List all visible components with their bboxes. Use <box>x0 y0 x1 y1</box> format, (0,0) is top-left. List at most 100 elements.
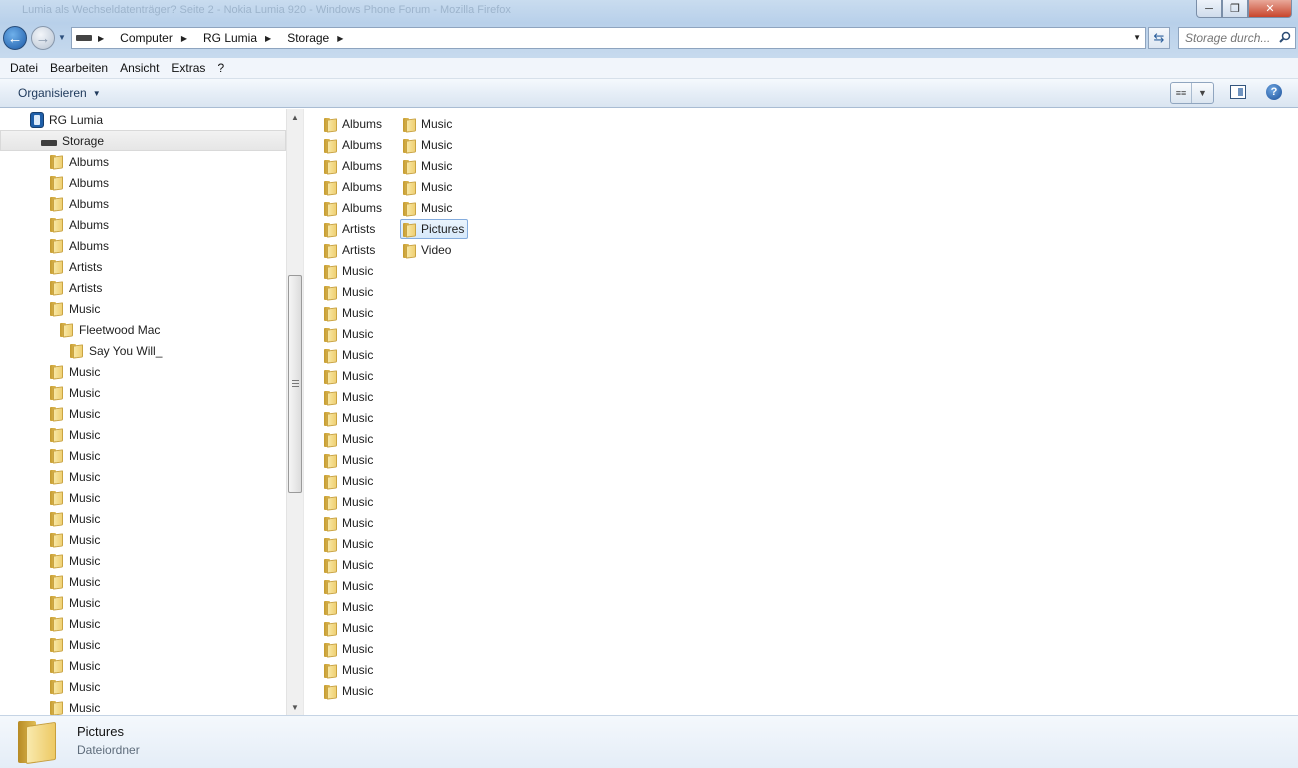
folder-item[interactable]: Music <box>321 261 377 281</box>
folder-item[interactable]: Music <box>321 408 377 428</box>
folder-item[interactable]: Music <box>321 597 377 617</box>
tree-item[interactable]: Albums <box>0 151 286 172</box>
menu-file[interactable]: Datei <box>4 61 44 75</box>
tree-item[interactable]: Music <box>0 613 286 634</box>
folder-item[interactable]: Music <box>400 156 456 176</box>
search-box[interactable] <box>1178 27 1296 49</box>
folder-item[interactable]: Music <box>400 135 456 155</box>
address-bar[interactable]: ▶ Computer ▶ RG Lumia ▶ Storage ▶ ▼ <box>71 27 1146 49</box>
folder-item[interactable]: Music <box>321 555 377 575</box>
breadcrumb-computer[interactable]: Computer <box>120 31 173 45</box>
menu-view[interactable]: Ansicht <box>114 61 165 75</box>
tree-item[interactable]: RG Lumia <box>0 109 286 130</box>
folder-item[interactable]: Music <box>321 471 377 491</box>
recent-pages-dropdown[interactable]: ▼ <box>58 33 68 43</box>
folder-item[interactable]: Video <box>400 240 455 260</box>
tree-item[interactable]: Albums <box>0 235 286 256</box>
folder-item[interactable]: Albums <box>321 156 386 176</box>
tree-item[interactable]: Music <box>0 697 286 715</box>
tree-item[interactable]: Fleetwood Mac <box>0 319 286 340</box>
folder-item[interactable]: Albums <box>321 135 386 155</box>
folder-item[interactable]: Albums <box>321 114 386 134</box>
maximize-button[interactable]: ❐ <box>1222 0 1248 18</box>
menu-help[interactable]: ? <box>211 61 230 75</box>
scroll-up-arrow-icon[interactable]: ▲ <box>287 109 303 125</box>
view-list-icon[interactable]: ≡≡ <box>1171 83 1192 103</box>
forward-button[interactable]: → <box>31 26 55 50</box>
folder-item[interactable]: Music <box>321 303 377 323</box>
tree-item[interactable]: Storage <box>0 130 286 151</box>
folder-item[interactable]: Music <box>321 387 377 407</box>
folder-item[interactable]: Music <box>321 450 377 470</box>
breadcrumb-separator[interactable]: ▶ <box>265 34 279 43</box>
address-history-dropdown[interactable]: ▼ <box>1133 33 1141 42</box>
breadcrumb-root-chevron[interactable]: ▶ <box>98 34 112 43</box>
scroll-down-arrow-icon[interactable]: ▼ <box>287 699 303 715</box>
change-view-button[interactable]: ≡≡ ▼ <box>1170 82 1214 104</box>
folder-item[interactable]: Music <box>400 198 456 218</box>
folder-item[interactable]: Music <box>321 366 377 386</box>
tree-item[interactable]: Music <box>0 424 286 445</box>
folder-item[interactable]: Music <box>321 618 377 638</box>
search-icon[interactable] <box>1279 31 1291 43</box>
tree-item[interactable]: Music <box>0 571 286 592</box>
menu-edit[interactable]: Bearbeiten <box>44 61 114 75</box>
folder-item[interactable]: Music <box>321 534 377 554</box>
tree-item[interactable]: Music <box>0 298 286 319</box>
tree-item[interactable]: Artists <box>0 277 286 298</box>
view-options-dropdown[interactable]: ▼ <box>1192 83 1213 103</box>
folder-item[interactable]: Artists <box>321 240 379 260</box>
tree-item[interactable]: Music <box>0 676 286 697</box>
tree-item[interactable]: Albums <box>0 193 286 214</box>
folder-item[interactable]: Music <box>321 492 377 512</box>
preview-pane-icon[interactable] <box>1230 85 1246 99</box>
folder-item[interactable]: Music <box>321 324 377 344</box>
folder-item[interactable]: Music <box>321 282 377 302</box>
scrollbar-thumb[interactable] <box>288 275 302 493</box>
close-button[interactable]: ✕ <box>1248 0 1292 18</box>
tree-item[interactable]: Say You Will_ <box>0 340 286 361</box>
back-button[interactable]: ← <box>3 26 27 50</box>
folder-icon <box>50 364 64 380</box>
folder-item[interactable]: Music <box>321 345 377 365</box>
folder-item[interactable]: Music <box>321 513 377 533</box>
folder-item[interactable]: Albums <box>321 198 386 218</box>
tree-item[interactable]: Music <box>0 508 286 529</box>
organize-button[interactable]: Organisieren ▼ <box>18 86 101 100</box>
minimize-button[interactable]: ─ <box>1196 0 1222 18</box>
help-icon[interactable]: ? <box>1266 84 1282 100</box>
folder-item[interactable]: Music <box>321 639 377 659</box>
folder-item[interactable]: Pictures <box>400 219 469 239</box>
tree-item[interactable]: Albums <box>0 172 286 193</box>
tree-item[interactable]: Music <box>0 634 286 655</box>
breadcrumb-separator[interactable]: ▶ <box>337 34 351 43</box>
tree-item[interactable]: Music <box>0 382 286 403</box>
folder-item[interactable]: Music <box>400 114 456 134</box>
search-input[interactable] <box>1185 31 1277 45</box>
folder-item[interactable]: Music <box>400 177 456 197</box>
tree-scrollbar[interactable]: ▲ ▼ <box>286 109 303 715</box>
breadcrumb-separator[interactable]: ▶ <box>181 34 195 43</box>
tree-item[interactable]: Music <box>0 403 286 424</box>
folder-icon <box>324 537 338 553</box>
folder-item[interactable]: Albums <box>321 177 386 197</box>
breadcrumb-rg-lumia[interactable]: RG Lumia <box>203 31 257 45</box>
tree-item[interactable]: Albums <box>0 214 286 235</box>
tree-item[interactable]: Music <box>0 529 286 550</box>
tree-item[interactable]: Artists <box>0 256 286 277</box>
folder-item[interactable]: Music <box>321 681 377 701</box>
tree-item[interactable]: Music <box>0 361 286 382</box>
refresh-button[interactable]: ⇆ <box>1148 27 1170 49</box>
folder-item[interactable]: Music <box>321 660 377 680</box>
tree-item[interactable]: Music <box>0 655 286 676</box>
tree-item[interactable]: Music <box>0 550 286 571</box>
folder-item[interactable]: Artists <box>321 219 379 239</box>
tree-item[interactable]: Music <box>0 445 286 466</box>
menu-tools[interactable]: Extras <box>165 61 211 75</box>
tree-item[interactable]: Music <box>0 487 286 508</box>
folder-item[interactable]: Music <box>321 576 377 596</box>
tree-item[interactable]: Music <box>0 592 286 613</box>
tree-item[interactable]: Music <box>0 466 286 487</box>
breadcrumb-storage[interactable]: Storage <box>287 31 329 45</box>
folder-item[interactable]: Music <box>321 429 377 449</box>
